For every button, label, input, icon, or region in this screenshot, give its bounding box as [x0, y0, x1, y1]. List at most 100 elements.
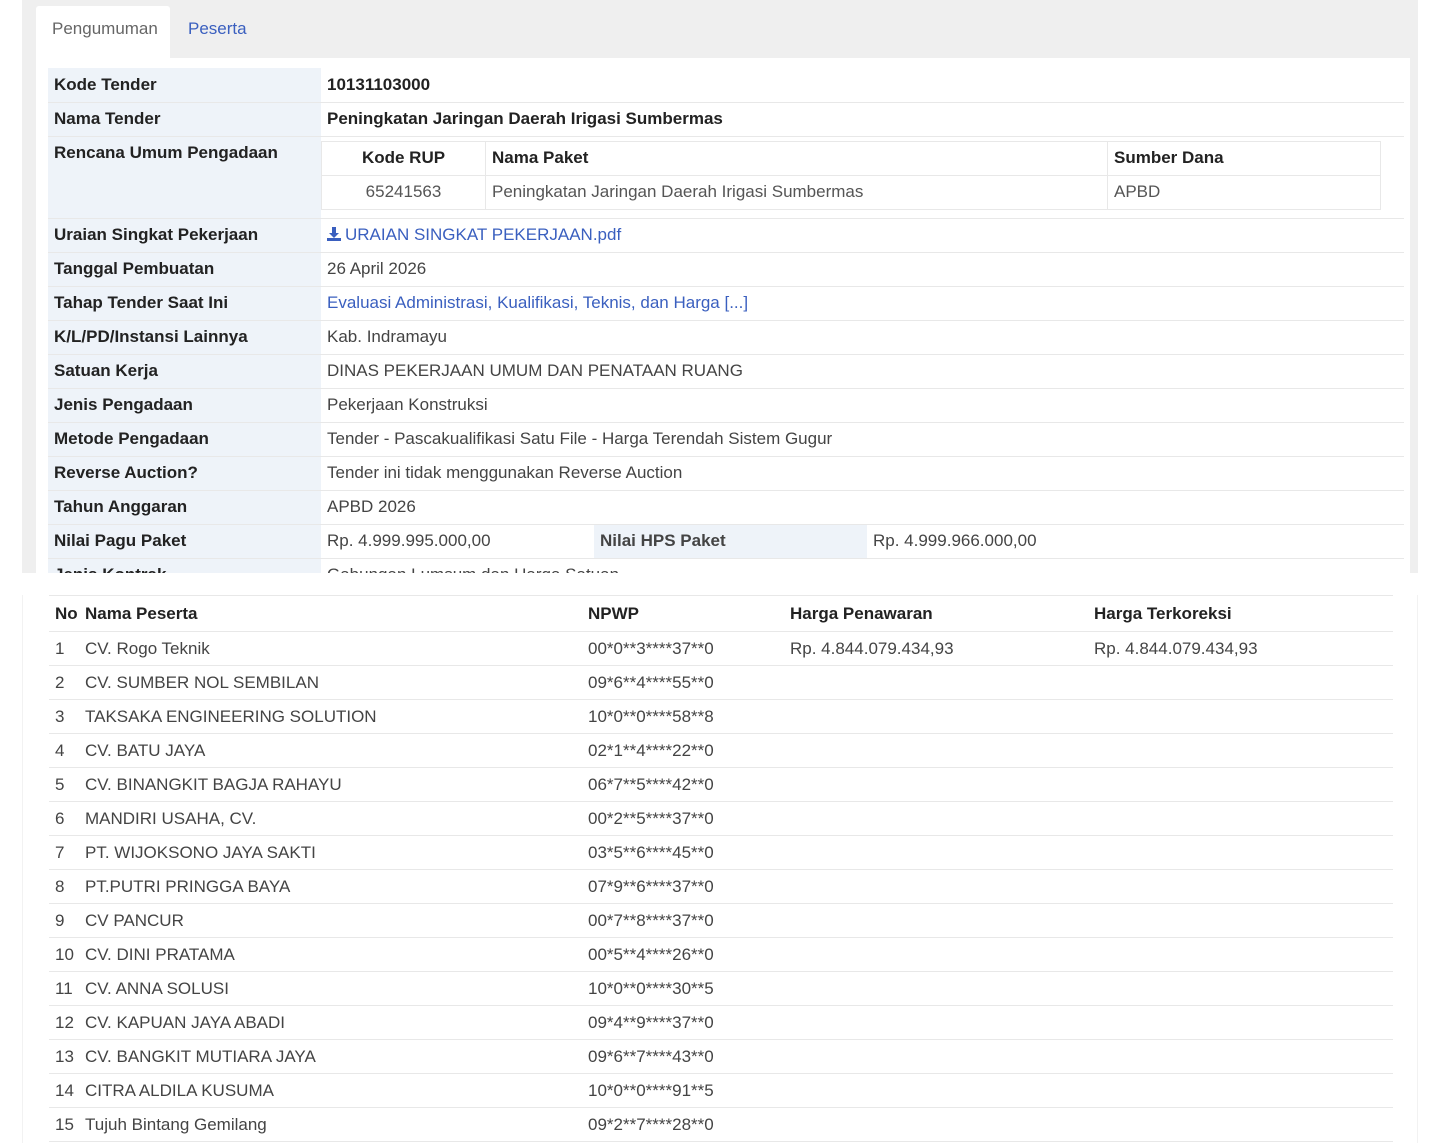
row-npwp: 09*4**9****37**0 — [582, 1005, 784, 1040]
uraian-filename: URAIAN SINGKAT PEKERJAAN.pdf — [345, 225, 622, 244]
row-harga-terkoreksi: Rp. 4.844.079.434,93 — [1088, 631, 1393, 666]
header-no: No — [49, 595, 79, 632]
tab-peserta[interactable]: Peserta — [172, 6, 263, 58]
table-row: 3 TAKSAKA ENGINEERING SOLUTION 10*0**0****… — [49, 699, 1393, 734]
row-harga-terkoreksi — [1088, 665, 1393, 700]
row-no: 5 — [49, 767, 79, 802]
row-nama-tender: Nama Tender Peningkatan Jaringan Daerah … — [48, 102, 1404, 137]
row-no: 11 — [49, 971, 79, 1006]
row-nama-peserta: CV PANCUR — [79, 903, 582, 938]
row-harga-terkoreksi — [1088, 869, 1393, 904]
row-npwp: 07*9**6****37**0 — [582, 869, 784, 904]
row-no: 8 — [49, 869, 79, 904]
label-tahun: Tahun Anggaran — [48, 490, 321, 525]
value-nama-tender: Peningkatan Jaringan Daerah Irigasi Sumb… — [321, 102, 1404, 137]
row-harga-penawaran — [784, 1039, 1088, 1074]
row-klpd: K/L/PD/Instansi Lainnya Kab. Indramayu — [48, 320, 1404, 355]
value-tanggal: 26 April 2026 — [321, 252, 1404, 287]
row-npwp: 00*5**4****26**0 — [582, 937, 784, 972]
label-kontrak: Jenis Kontrak — [48, 558, 321, 573]
table-row: 11 CV. ANNA SOLUSI 10*0**0****30**5 — [49, 971, 1393, 1006]
rup-kode: 65241563 — [321, 174, 486, 210]
table-row: 5 CV. BINANGKIT BAGJA RAHAYU 06*7**5****42… — [49, 767, 1393, 802]
row-npwp: 09*6**4****55**0 — [582, 665, 784, 700]
value-satker: DINAS PEKERJAAN UMUM DAN PENATAAN RUANG — [321, 354, 1404, 389]
row-nama-peserta: Tujuh Bintang Gemilang — [79, 1107, 582, 1142]
value-metode: Tender - Pascakualifikasi Satu File - Ha… — [321, 422, 1404, 457]
label-tahap: Tahap Tender Saat Ini — [48, 286, 321, 321]
row-no: 4 — [49, 733, 79, 768]
row-jenis: Jenis Pengadaan Pekerjaan Konstruksi — [48, 388, 1404, 423]
row-no: 13 — [49, 1039, 79, 1074]
row-harga-penawaran — [784, 801, 1088, 836]
row-npwp: 09*6**7****43**0 — [582, 1039, 784, 1074]
header-harga-penawaran: Harga Penawaran — [784, 595, 1088, 632]
row-reverse: Reverse Auction? Tender ini tidak menggu… — [48, 456, 1404, 491]
row-no: 2 — [49, 665, 79, 700]
row-no: 6 — [49, 801, 79, 836]
row-harga-penawaran: Rp. 4.844.079.434,93 — [784, 631, 1088, 666]
label-uraian: Uraian Singkat Pekerjaan — [48, 218, 321, 253]
row-nama-peserta: CV. DINI PRATAMA — [79, 937, 582, 972]
row-harga-terkoreksi — [1088, 1107, 1393, 1142]
label-satker: Satuan Kerja — [48, 354, 321, 389]
label-kode-tender: Kode Tender — [48, 68, 321, 103]
tab-bar: Pengumuman Peserta — [22, 0, 1418, 58]
tender-info-table: Kode Tender 10131103000 Nama Tender Peni… — [48, 68, 1404, 573]
row-npwp: 00*2**5****37**0 — [582, 801, 784, 836]
row-kode-tender: Kode Tender 10131103000 — [48, 68, 1404, 103]
row-harga-terkoreksi — [1088, 971, 1393, 1006]
label-tanggal: Tanggal Pembuatan — [48, 252, 321, 287]
row-nama-peserta: PT. WIJOKSONO JAYA SAKTI — [79, 835, 582, 870]
row-harga-penawaran — [784, 665, 1088, 700]
table-row: 1 CV. Rogo Teknik 00*0**3****37**0 Rp. 4.84… — [49, 631, 1393, 666]
row-satker: Satuan Kerja DINAS PEKERJAAN UMUM DAN PE… — [48, 354, 1404, 389]
row-harga-penawaran — [784, 903, 1088, 938]
row-nama-peserta: CV. BATU JAYA — [79, 733, 582, 768]
value-tahun: APBD 2026 — [321, 490, 1404, 525]
label-nama-tender: Nama Tender — [48, 102, 321, 137]
row-npwp: 10*0**0****91**5 — [582, 1073, 784, 1108]
row-harga-terkoreksi — [1088, 801, 1393, 836]
row-npwp: 09*2**7****28**0 — [582, 1107, 784, 1142]
row-harga-terkoreksi — [1088, 733, 1393, 768]
peserta-panel: No Nama Peserta NPWP Harga Penawaran Har… — [22, 595, 1418, 1143]
row-nama-peserta: TAKSAKA ENGINEERING SOLUTION — [79, 699, 582, 734]
row-tanggal: Tanggal Pembuatan 26 April 2026 — [48, 252, 1404, 287]
row-tahun: Tahun Anggaran APBD 2026 — [48, 490, 1404, 525]
row-uraian: Uraian Singkat Pekerjaan URAIAN SINGKAT … — [48, 218, 1404, 253]
row-nama-peserta: CV. SUMBER NOL SEMBILAN — [79, 665, 582, 700]
row-harga-terkoreksi — [1088, 1039, 1393, 1074]
row-no: 15 — [49, 1107, 79, 1142]
value-pagu: Rp. 4.999.995.000,00 — [321, 524, 594, 559]
tab-pengumuman[interactable]: Pengumuman — [36, 6, 170, 58]
row-npwp: 06*7**5****42**0 — [582, 767, 784, 802]
row-npwp: 03*5**6****45**0 — [582, 835, 784, 870]
row-nama-peserta: CITRA ALDILA KUSUMA — [79, 1073, 582, 1108]
tahap-link[interactable]: Evaluasi Administrasi, Kualifikasi, Tekn… — [327, 293, 748, 312]
rup-header-kode: Kode RUP — [321, 140, 486, 176]
value-jenis: Pekerjaan Konstruksi — [321, 388, 1404, 423]
rup-sumber: APBD — [1107, 174, 1381, 210]
label-metode: Metode Pengadaan — [48, 422, 321, 457]
row-nama-peserta: CV. BANGKIT MUTIARA JAYA — [79, 1039, 582, 1074]
row-metode: Metode Pengadaan Tender - Pascakualifika… — [48, 422, 1404, 457]
table-row: 8 PT.PUTRI PRINGGA BAYA 07*9**6****37**0 — [49, 869, 1393, 904]
row-no: 9 — [49, 903, 79, 938]
row-nama-peserta: MANDIRI USAHA, CV. — [79, 801, 582, 836]
row-npwp: 10*0**0****58**8 — [582, 699, 784, 734]
row-no: 12 — [49, 1005, 79, 1040]
row-harga-penawaran — [784, 1107, 1088, 1142]
row-harga-terkoreksi — [1088, 1005, 1393, 1040]
row-nama-peserta: CV. ANNA SOLUSI — [79, 971, 582, 1006]
rup-table: Kode RUP Nama Paket Sumber Dana 65241563… — [321, 140, 1381, 210]
row-no: 10 — [49, 937, 79, 972]
row-harga-terkoreksi — [1088, 1073, 1393, 1108]
row-npwp: 00*7**8****37**0 — [582, 903, 784, 938]
row-harga-penawaran — [784, 835, 1088, 870]
uraian-download-link[interactable]: URAIAN SINGKAT PEKERJAAN.pdf — [327, 225, 621, 244]
rup-header-sumber: Sumber Dana — [1107, 140, 1381, 176]
row-no: 1 — [49, 631, 79, 666]
row-harga-terkoreksi — [1088, 767, 1393, 802]
row-npwp: 10*0**0****30**5 — [582, 971, 784, 1006]
